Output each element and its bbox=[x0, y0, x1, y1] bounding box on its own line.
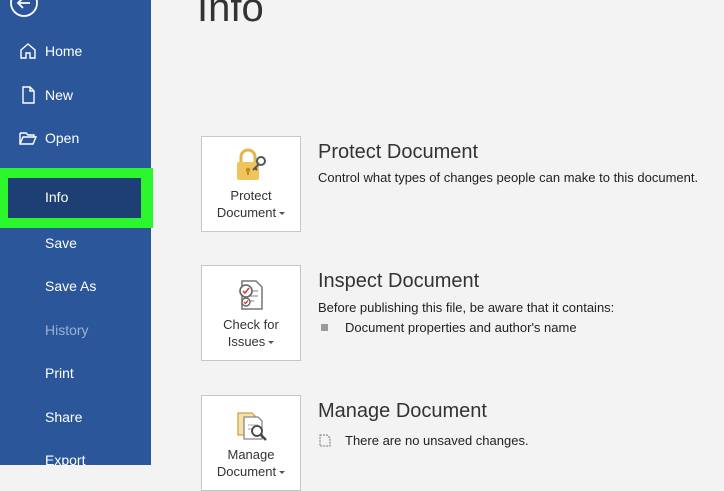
backstage-sidebar: Home New Open Info Save Save As History … bbox=[0, 0, 153, 468]
document-status-icon bbox=[319, 434, 331, 447]
button-label: Protect Document bbox=[202, 187, 300, 221]
open-folder-icon bbox=[19, 132, 38, 145]
sidebar-item-info[interactable]: Info bbox=[0, 168, 153, 228]
protect-document-button[interactable]: Protect Document bbox=[201, 136, 301, 232]
manage-document-button[interactable]: Manage Document bbox=[201, 395, 301, 491]
sidebar-item-label: Save bbox=[45, 235, 77, 251]
inspect-bullet-item: Document properties and author's name bbox=[321, 320, 577, 335]
section-description: Control what types of changes people can… bbox=[318, 170, 699, 185]
inspect-document-icon bbox=[239, 280, 263, 310]
sidebar-item-label: Export bbox=[45, 452, 86, 468]
home-icon bbox=[20, 43, 36, 59]
sidebar-item-export[interactable]: Export bbox=[0, 445, 151, 475]
section-description: Before publishing this file, be aware th… bbox=[318, 300, 615, 315]
sidebar-item-label: Home bbox=[45, 43, 83, 59]
sidebar-item-label: Share bbox=[45, 409, 83, 425]
bullet-text: Document properties and author's name bbox=[345, 320, 577, 335]
back-arrow-icon bbox=[10, 0, 38, 17]
manage-status-row: There are no unsaved changes. bbox=[319, 433, 529, 448]
sidebar-item-share[interactable]: Share bbox=[0, 402, 151, 432]
sidebar-item-label: New bbox=[45, 87, 74, 103]
sidebar-item-print[interactable]: Print bbox=[0, 358, 151, 388]
button-label-line1: Check for bbox=[223, 317, 279, 332]
button-label: Check for Issues bbox=[202, 316, 300, 350]
info-pane: Info Protect Document Protect Document C… bbox=[151, 0, 724, 491]
sidebar-item-label: Info bbox=[45, 189, 69, 205]
button-label-line2: Issues bbox=[227, 334, 266, 349]
back-button[interactable] bbox=[9, 0, 39, 18]
new-document-icon bbox=[22, 86, 35, 104]
sidebar-item-history: History bbox=[0, 315, 151, 345]
button-label-line1: Protect bbox=[230, 188, 272, 203]
section-title: Protect Document bbox=[318, 141, 479, 163]
check-for-issues-button[interactable]: Check for Issues bbox=[201, 265, 301, 361]
manage-document-icon bbox=[237, 412, 267, 441]
section-title: Manage Document bbox=[318, 400, 487, 422]
button-label-line1: Manage bbox=[227, 447, 275, 462]
sidebar-item-label: Print bbox=[45, 365, 74, 381]
dropdown-caret-icon bbox=[279, 212, 286, 216]
dropdown-caret-icon bbox=[268, 341, 275, 345]
sidebar-item-new[interactable]: New bbox=[0, 80, 151, 110]
section-title: Inspect Document bbox=[318, 270, 480, 292]
lock-key-icon bbox=[237, 148, 266, 180]
button-label-line2: Document bbox=[216, 464, 277, 479]
sidebar-item-label: Save As bbox=[45, 278, 97, 294]
sidebar-item-open[interactable]: Open bbox=[0, 123, 151, 153]
dropdown-caret-icon bbox=[279, 471, 286, 475]
sidebar-item-save[interactable]: Save bbox=[0, 228, 151, 258]
status-text: There are no unsaved changes. bbox=[345, 433, 529, 448]
button-label-line2: Document bbox=[216, 205, 277, 220]
sidebar-item-label: Open bbox=[45, 130, 80, 146]
selected-item-background: Info bbox=[8, 178, 141, 218]
sidebar-item-save-as[interactable]: Save As bbox=[0, 271, 151, 301]
page-title: Info bbox=[197, 0, 264, 30]
sidebar-item-label: History bbox=[45, 322, 89, 338]
button-label: Manage Document bbox=[202, 446, 300, 480]
sidebar-item-home[interactable]: Home bbox=[0, 36, 151, 66]
bullet-square-icon bbox=[321, 324, 328, 331]
